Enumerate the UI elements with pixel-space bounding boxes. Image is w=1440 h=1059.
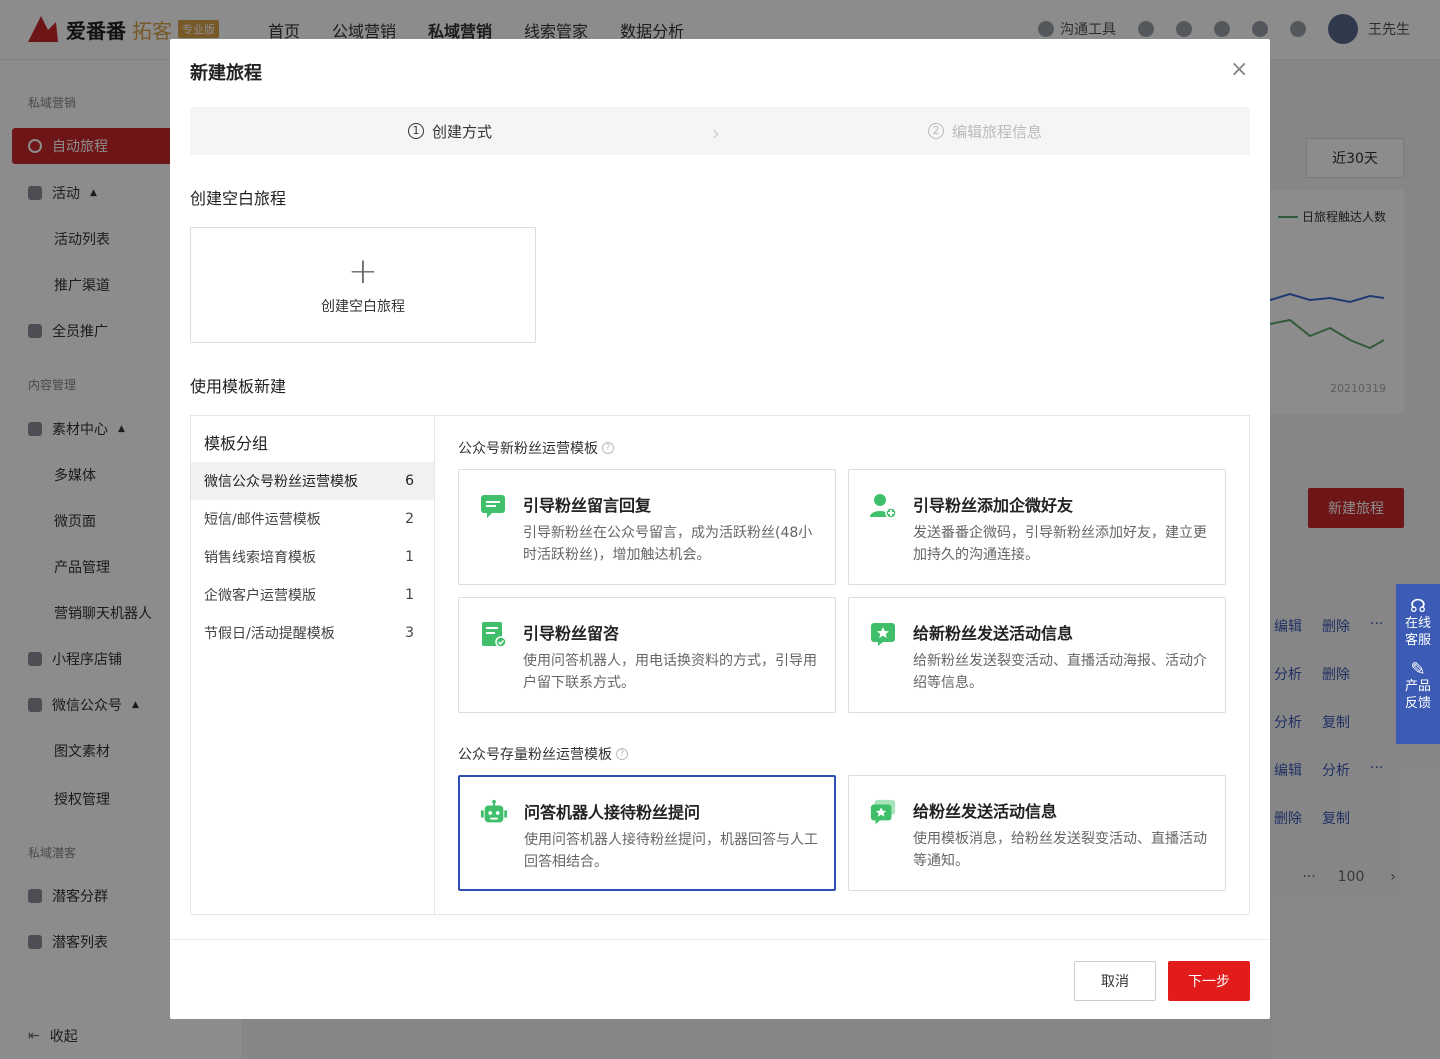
group-item-wechat-fans[interactable]: 微信公众号粉丝运营模板 6 [191, 462, 434, 500]
template-card-leave-contact[interactable]: 引导粉丝留咨 使用问答机器人，用电话换资料的方式，引导用户留下联系方式。 [458, 597, 836, 713]
step-number: 2 [928, 123, 944, 139]
card-title: 引导粉丝留咨 [523, 624, 620, 643]
card-desc: 发送番番企微码，引导新粉丝添加好友，建立更加持久的沟通连接。 [913, 525, 1207, 563]
cancel-button[interactable]: 取消 [1074, 961, 1156, 1001]
robot-icon [480, 799, 508, 827]
group-count: 3 [405, 625, 414, 641]
add-user-icon [869, 492, 897, 520]
new-fans-section: 公众号新粉丝运营模板? [458, 438, 614, 458]
card-desc: 使用模板消息，给粉丝发送裂变活动、直播活动等通知。 [913, 831, 1207, 869]
card-title: 引导粉丝留言回复 [523, 496, 652, 515]
template-section-title: 使用模板新建 [190, 377, 287, 396]
template-card-comment-reply[interactable]: 引导粉丝留言回复 引导新粉丝在公众号留言，成为活跃粉丝(48小时活跃粉丝)，增加… [458, 469, 836, 585]
card-desc: 使用问答机器人，用电话换资料的方式，引导用户留下联系方式。 [523, 653, 817, 691]
chevron-right-icon: › [712, 121, 720, 145]
group-item-wecom[interactable]: 企微客户运营模版 1 [191, 576, 434, 614]
help-icon[interactable]: ? [616, 748, 628, 760]
card-title: 给粉丝发送活动信息 [913, 802, 1058, 821]
blank-section-title: 创建空白旅程 [190, 189, 287, 208]
star-message-icon [869, 620, 897, 648]
group-item-sms-email[interactable]: 短信/邮件运营模板 2 [191, 500, 434, 538]
group-name: 节假日/活动提醒模板 [204, 626, 335, 642]
section-title: 公众号新粉丝运营模板 [458, 441, 598, 457]
modal-title: 新建旅程 [190, 63, 262, 84]
next-button[interactable]: 下一步 [1168, 961, 1250, 1001]
group-name: 短信/邮件运营模板 [204, 512, 321, 528]
template-card-new-fans-activity[interactable]: 给新粉丝发送活动信息 给新粉丝发送裂变活动、直播活动海报、活动介绍等信息。 [848, 597, 1226, 713]
floating-help-bar: ☊ 在线客服 ✎ 产品反馈 [1396, 584, 1440, 744]
headset-icon: ☊ [1410, 596, 1426, 617]
group-count: 1 [405, 549, 414, 565]
group-count: 6 [405, 473, 414, 489]
online-service-button[interactable]: ☊ 在线客服 [1396, 598, 1440, 649]
template-panel: 模板分组 微信公众号粉丝运营模板 6 短信/邮件运营模板 2 销售线索培育模板 1 企… [190, 415, 1250, 915]
template-groups: 模板分组 微信公众号粉丝运营模板 6 短信/邮件运营模板 2 销售线索培育模板 1 企… [191, 416, 435, 914]
group-header: 模板分组 [204, 434, 269, 453]
modal-footer: 取消 下一步 [170, 939, 1270, 1019]
group-count: 2 [405, 511, 414, 527]
steps-bar: 1 创建方式 › 2 编辑旅程信息 [190, 107, 1250, 155]
message-icon [479, 492, 507, 520]
template-card-chatbot[interactable]: 问答机器人接待粉丝提问 使用问答机器人接待粉丝提问，机器回答与人工回答相结合。 [458, 775, 836, 891]
step-2: 2 编辑旅程信息 [928, 121, 1042, 142]
star-messages-icon [869, 798, 897, 826]
group-item-holiday[interactable]: 节假日/活动提醒模板 3 [191, 614, 434, 652]
card-title: 问答机器人接待粉丝提问 [524, 803, 701, 822]
feedback-button[interactable]: ✎ 产品反馈 [1396, 661, 1440, 712]
group-item-lead-nurture[interactable]: 销售线索培育模板 1 [191, 538, 434, 576]
card-desc: 给新粉丝发送裂变活动、直播活动海报、活动介绍等信息。 [913, 653, 1207, 691]
group-name: 微信公众号粉丝运营模板 [204, 474, 358, 490]
group-name: 企微客户运营模版 [204, 588, 316, 604]
card-title: 引导粉丝添加企微好友 [913, 496, 1074, 515]
help-icon[interactable]: ? [602, 442, 614, 454]
create-blank-label: 创建空白旅程 [321, 299, 405, 315]
card-desc: 使用问答机器人接待粉丝提问，机器回答与人工回答相结合。 [524, 832, 818, 870]
close-icon[interactable]: × [1230, 59, 1248, 81]
step-number: 1 [408, 123, 424, 139]
template-content: 公众号新粉丝运营模板? 引导粉丝留言回复 引导新粉丝在公众号留言，成为活跃粉丝(… [458, 416, 1228, 914]
create-blank-card[interactable]: + 创建空白旅程 [190, 227, 536, 343]
group-name: 销售线索培育模板 [204, 550, 316, 566]
form-check-icon [479, 620, 507, 648]
existing-fans-section: 公众号存量粉丝运营模板? [458, 744, 628, 764]
group-count: 1 [405, 587, 414, 603]
step-1: 1 创建方式 [408, 121, 492, 142]
card-desc: 引导新粉丝在公众号留言，成为活跃粉丝(48小时活跃粉丝)，增加触达机会。 [523, 525, 813, 563]
step-label: 编辑旅程信息 [952, 122, 1043, 141]
new-journey-modal: 新建旅程 × 1 创建方式 › 2 编辑旅程信息 创建空白旅程 + 创建空白旅程 使… [170, 39, 1270, 1019]
template-card-fans-activity[interactable]: 给粉丝发送活动信息 使用模板消息，给粉丝发送裂变活动、直播活动等通知。 [848, 775, 1226, 891]
section-title: 公众号存量粉丝运营模板 [458, 747, 612, 763]
plus-icon: + [347, 251, 379, 292]
feedback-label: 产品反馈 [1404, 679, 1431, 711]
step-label: 创建方式 [432, 122, 493, 141]
online-service-label: 在线客服 [1404, 616, 1431, 648]
template-card-add-wecom[interactable]: 引导粉丝添加企微好友 发送番番企微码，引导新粉丝添加好友，建立更加持久的沟通连接… [848, 469, 1226, 585]
pen-icon: ✎ [1410, 659, 1426, 680]
card-title: 给新粉丝发送活动信息 [913, 624, 1074, 643]
